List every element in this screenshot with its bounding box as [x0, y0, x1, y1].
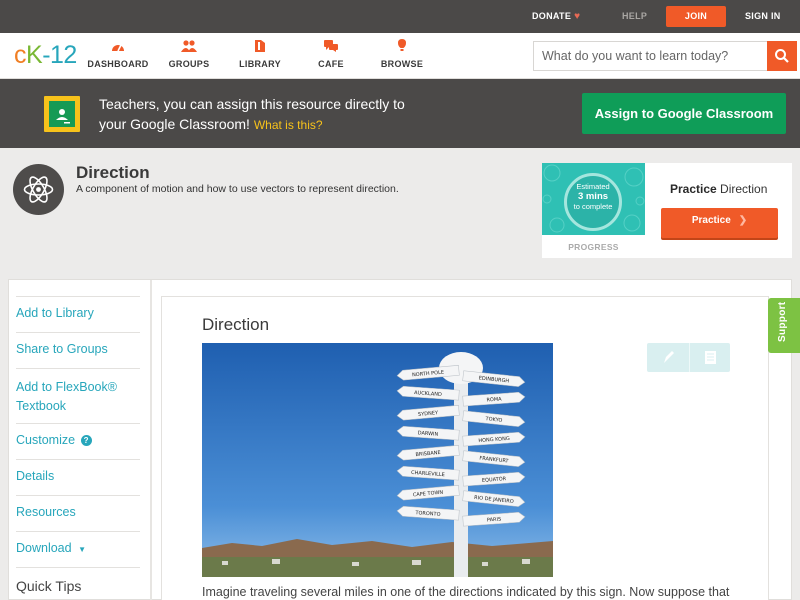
dashboard-icon [112, 44, 124, 52]
article-tools [647, 343, 730, 372]
divider [16, 423, 140, 424]
search-box [533, 41, 797, 71]
share-to-groups-link[interactable]: Share to Groups [16, 342, 140, 356]
divider [16, 495, 140, 496]
to-complete-label: to complete [573, 202, 613, 211]
notes-icon [705, 351, 716, 364]
search-button[interactable] [767, 41, 797, 71]
main-nav: cK-12 DASHBOARD GROUPS LIBRARY CAFE BROW… [0, 33, 800, 79]
cafe-icon [324, 40, 338, 52]
practice-bold: Practice [670, 182, 717, 196]
customize-link[interactable]: Customize ? [16, 433, 140, 447]
banner-message: Teachers, you can assign this resource d… [99, 94, 459, 135]
logo-k: K [26, 41, 43, 69]
heart-icon: ♥ [574, 11, 581, 22]
logo-12: -12 [42, 41, 77, 69]
nav-groups-label: GROUPS [168, 59, 210, 69]
support-tab[interactable]: Support [768, 298, 800, 353]
what-is-this-link[interactable]: What is this? [254, 118, 323, 132]
flexbook-label-line-1: Add to FlexBook® [16, 380, 117, 394]
nav-library[interactable]: LIBRARY [225, 39, 295, 69]
annotate-button[interactable] [647, 343, 688, 372]
divider [16, 368, 140, 369]
concept-title: Direction [76, 163, 150, 182]
add-to-flexbook-link[interactable]: Add to FlexBook® Textbook [16, 378, 140, 416]
banner-line-1: Teachers, you can assign this resource d… [99, 96, 405, 112]
concept-icon [13, 164, 64, 215]
practice-button[interactable]: Practice ❯ [661, 208, 778, 238]
concept-description: A component of motion and how to use vec… [76, 183, 399, 195]
sign-in-link[interactable]: SIGN IN [745, 0, 781, 33]
quick-tips-heading[interactable]: Quick Tips [16, 578, 81, 594]
customize-label: Customize [16, 433, 76, 447]
signpost-image: NORTH POLEEDINBURGHAUCKLANDROMASYDNEYTOK… [202, 343, 553, 577]
logo-c: c [14, 41, 27, 69]
nav-cafe-label: CAFE [318, 59, 344, 69]
atom-icon [23, 176, 54, 203]
nav-browse-label: BROWSE [380, 59, 424, 69]
nav-dashboard-label: DASHBOARD [87, 59, 149, 69]
donate-link[interactable]: DONATE ♥ [532, 0, 580, 33]
practice-topic: Direction [720, 182, 768, 196]
download-label: Download [16, 541, 72, 555]
chevron-right-icon: ❯ [738, 215, 748, 226]
article-body-text: Imagine traveling several miles in one o… [202, 585, 730, 599]
ck12-logo[interactable]: cK-12 [14, 41, 77, 70]
details-link[interactable]: Details [16, 469, 140, 483]
help-icon[interactable]: ? [80, 435, 92, 446]
add-to-library-link[interactable]: Add to Library [16, 306, 140, 320]
divider [16, 567, 140, 568]
sign-label: ROMA [486, 396, 502, 403]
divider [16, 296, 140, 297]
resources-link[interactable]: Resources [16, 505, 140, 519]
browse-icon [398, 39, 406, 51]
estimated-time: Estimated 3 mins to complete [564, 182, 622, 212]
assign-google-classroom-button[interactable]: Assign to Google Classroom [582, 93, 786, 134]
estimated-mins: 3 mins [577, 191, 609, 202]
download-link[interactable]: Download ▼ [16, 541, 140, 555]
notes-button[interactable] [689, 343, 730, 372]
flexbook-label-line-2: Textbook [16, 399, 67, 413]
divider [16, 332, 140, 333]
divider [16, 531, 140, 532]
groups-icon [181, 40, 197, 52]
divider [16, 459, 140, 460]
estimated-label: Estimated [576, 182, 610, 191]
google-classroom-icon [44, 96, 80, 132]
banner-line-2: your Google Classroom! [99, 116, 250, 132]
donate-label: DONATE [532, 11, 572, 21]
sidebar-divider [150, 280, 152, 600]
nav-cafe[interactable]: CAFE [296, 39, 366, 69]
nav-dashboard[interactable]: DASHBOARD [83, 39, 153, 69]
nav-groups[interactable]: GROUPS [154, 39, 224, 69]
help-link[interactable]: HELP [622, 0, 647, 33]
article-title: Direction [202, 315, 270, 334]
pencil-icon [664, 351, 674, 363]
caret-down-icon: ▼ [78, 545, 86, 554]
support-label: Support [777, 301, 788, 342]
practice-button-label: Practice [691, 215, 731, 226]
sign-label: PARIS [487, 517, 502, 524]
join-button[interactable]: JOIN [666, 6, 726, 27]
nav-browse[interactable]: BROWSE [367, 39, 437, 69]
library-icon [255, 40, 265, 52]
practice-title: Practice Direction [670, 182, 767, 196]
progress-label: PROGRESS [568, 242, 619, 252]
search-input[interactable] [534, 42, 768, 70]
nav-library-label: LIBRARY [239, 59, 281, 69]
search-icon [775, 49, 789, 63]
top-utility-bar: DONATE ♥ HELP JOIN SIGN IN [0, 0, 800, 33]
